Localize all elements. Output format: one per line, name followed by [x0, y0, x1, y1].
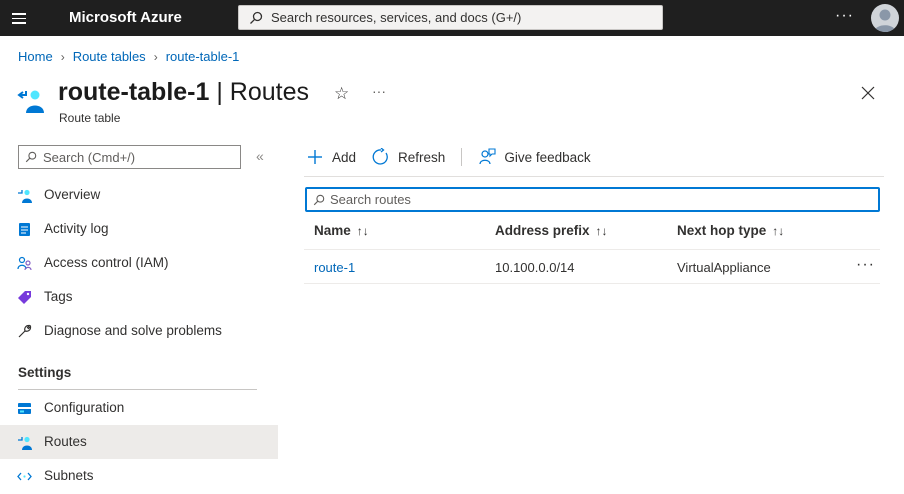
feedback-icon	[479, 148, 496, 165]
tag-icon	[18, 291, 31, 304]
sidebar-item-label: Tags	[44, 289, 73, 304]
top-bar: Microsoft Azure Search resources, servic…	[0, 0, 904, 36]
configuration-icon	[18, 403, 31, 414]
add-button[interactable]: Add	[306, 148, 356, 166]
route-name-link[interactable]: route-1	[314, 260, 355, 275]
global-search-placeholder: Search resources, services, and docs (G+…	[271, 10, 522, 25]
divider	[18, 389, 257, 390]
page-name: Routes	[229, 78, 310, 106]
next-hop-type-cell: VirtualAppliance	[677, 260, 771, 275]
give-feedback-label: Give feedback	[504, 149, 591, 165]
page-title: route-table-1 | Routes	[58, 78, 309, 107]
wrench-icon	[18, 324, 32, 338]
add-label: Add	[332, 149, 357, 165]
resource-name: route-table-1	[58, 78, 210, 106]
breadcrumb-separator: ›	[153, 49, 158, 64]
table-row-divider	[304, 283, 880, 284]
sidebar-item-configuration[interactable]: Configuration	[0, 391, 278, 425]
activity-log-icon	[19, 223, 30, 236]
more-icon[interactable]: ···	[835, 7, 854, 25]
sidebar-item-label: Access control (IAM)	[44, 255, 169, 270]
breadcrumb-route-table-1[interactable]: route-table-1	[166, 49, 240, 64]
title-more-icon[interactable]: ···	[372, 83, 386, 99]
close-icon[interactable]	[860, 85, 876, 101]
breadcrumb-route-tables[interactable]: Route tables	[73, 49, 146, 64]
plus-icon	[308, 150, 322, 164]
column-header-address-prefix[interactable]: Address prefix ↑↓	[495, 223, 608, 238]
sort-icon: ↑↓	[595, 224, 608, 238]
give-feedback-button[interactable]: Give feedback	[478, 148, 591, 166]
iam-icon	[17, 256, 32, 271]
breadcrumb-separator: ›	[60, 49, 65, 64]
refresh-label: Refresh	[398, 149, 446, 165]
title-divider: |	[209, 78, 230, 106]
column-header-label: Next hop type	[677, 223, 767, 238]
sidebar-item-subnets[interactable]: Subnets	[0, 459, 278, 493]
breadcrumb: Home › Route tables › route-table-1	[18, 49, 239, 64]
breadcrumb-home[interactable]: Home	[18, 49, 53, 64]
route-table-icon	[17, 90, 44, 113]
global-search-input[interactable]: Search resources, services, and docs (G+…	[238, 5, 663, 30]
settings-heading: Settings	[18, 365, 72, 380]
resource-type: Route table	[59, 111, 121, 125]
sidebar-item-overview[interactable]: Overview	[0, 178, 278, 212]
row-more-icon[interactable]: ···	[856, 256, 875, 274]
nav-search-input[interactable]	[18, 145, 241, 169]
avatar[interactable]	[871, 4, 899, 32]
nav-search-field[interactable]	[41, 148, 235, 166]
divider	[304, 176, 884, 177]
column-header-name[interactable]: Name ↑↓	[314, 223, 369, 238]
sidebar-item-label: Subnets	[44, 468, 94, 483]
search-icon	[313, 194, 325, 205]
column-header-next-hop-type[interactable]: Next hop type ↑↓	[677, 223, 784, 238]
sidebar-item-tags[interactable]: Tags	[0, 280, 278, 314]
sidebar-item-label: Configuration	[44, 400, 125, 415]
sidebar-item-routes[interactable]: Routes	[0, 425, 278, 459]
sidebar-item-label: Activity log	[44, 221, 109, 236]
refresh-button[interactable]: Refresh	[372, 148, 445, 166]
sidebar-item-access-control[interactable]: Access control (IAM)	[0, 246, 278, 280]
toolbar-separator	[461, 148, 463, 166]
sort-icon: ↑↓	[356, 224, 369, 238]
sort-icon: ↑↓	[772, 224, 785, 238]
favorite-star-icon[interactable]: ☆	[334, 84, 349, 104]
column-header-label: Address prefix	[495, 223, 590, 238]
route-table-icon	[18, 436, 32, 450]
portal-brand[interactable]: Microsoft Azure	[69, 9, 182, 26]
search-routes-field[interactable]	[330, 192, 860, 207]
hamburger-menu-icon[interactable]	[12, 10, 26, 26]
refresh-icon	[372, 148, 388, 165]
sidebar-item-diagnose[interactable]: Diagnose and solve problems	[0, 314, 278, 348]
search-icon	[250, 11, 263, 24]
subnet-icon	[17, 472, 32, 481]
sidebar-item-label: Overview	[44, 187, 101, 202]
search-routes-input[interactable]	[305, 187, 880, 212]
table-header-divider	[304, 249, 880, 250]
column-header-label: Name	[314, 223, 351, 238]
sidebar-item-label: Routes	[44, 434, 87, 449]
sidebar-item-activity-log[interactable]: Activity log	[0, 212, 278, 246]
sidebar-item-label: Diagnose and solve problems	[44, 323, 222, 338]
search-icon	[25, 151, 37, 163]
collapse-sidebar-icon[interactable]: «	[256, 148, 264, 164]
route-table-icon	[18, 189, 32, 203]
command-bar: Add Refresh Give feedback	[306, 143, 591, 171]
address-prefix-cell: 10.100.0.0/14	[495, 260, 575, 275]
